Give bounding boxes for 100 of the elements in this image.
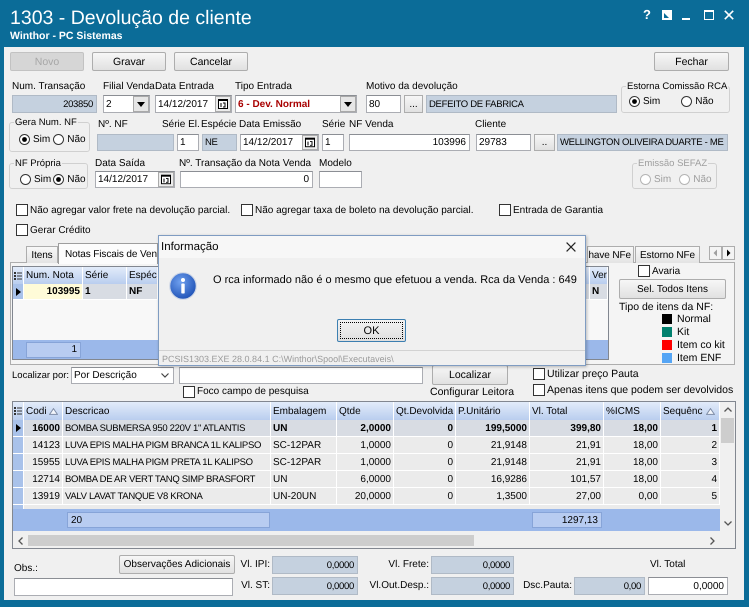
checkbox[interactable]: Apenas itens que podem ser devolvidos [533, 384, 734, 396]
calendar-icon[interactable] [302, 135, 318, 150]
calendar-icon[interactable] [215, 96, 231, 112]
column-header[interactable]: Vl. Total [530, 402, 604, 420]
close-icon[interactable] [566, 242, 576, 252]
caret-icon[interactable] [340, 96, 356, 112]
scroll-left-icon[interactable] [18, 536, 23, 544]
row-header[interactable] [13, 284, 24, 300]
caret-icon[interactable] [161, 372, 169, 378]
checkbox-icon[interactable] [499, 204, 511, 216]
dropdown[interactable]: 2 [103, 95, 150, 113]
list-icon[interactable] [14, 272, 22, 280]
toolbar-button[interactable]: Gravar [92, 52, 166, 71]
notes-button[interactable]: Observações Adicionais [119, 555, 235, 574]
column-header[interactable]: %ICMS [604, 402, 661, 420]
window-layout-icon[interactable] [662, 10, 672, 20]
search-field[interactable] [179, 366, 423, 384]
checkbox-icon[interactable] [241, 204, 253, 216]
tab[interactable]: Itens [26, 246, 58, 263]
help-button[interactable]: ? [643, 8, 651, 22]
column-header[interactable]: Ver [590, 267, 608, 284]
radio-icon[interactable] [19, 134, 30, 144]
checkbox-icon[interactable] [16, 204, 28, 216]
column-header[interactable]: Qtde [337, 402, 394, 420]
dropdown[interactable]: 6 - Dev. Normal [235, 95, 357, 113]
checkbox-icon[interactable] [533, 384, 545, 396]
legend-label: Normal [677, 313, 711, 326]
column-header[interactable] [13, 402, 24, 420]
dropdown[interactable]: Por Descrição [71, 366, 174, 384]
pointer-icon [16, 288, 20, 296]
radio-option[interactable]: Não [53, 174, 86, 184]
radio-icon[interactable] [53, 134, 64, 144]
checkbox[interactable]: Entrada de Garantia [499, 204, 604, 216]
text-field[interactable] [319, 171, 362, 188]
list-icon[interactable] [14, 407, 22, 415]
lookup-button[interactable]: ... [404, 95, 423, 113]
column-header[interactable]: Num. Nota [24, 267, 83, 284]
radio-icon[interactable] [629, 96, 640, 106]
calendar-icon[interactable] [158, 172, 174, 187]
radio-option[interactable]: Não [681, 96, 714, 106]
scroll-right-icon[interactable] [710, 536, 715, 544]
column-header[interactable]: Qt.Devolvida [394, 402, 456, 420]
table-row[interactable]: 12714 BOMBA DE AR VERT TANQ SIMP BRASFORT UN 6,0000 0 16,9286 101,57 18,00 4 [13, 471, 720, 488]
text-field[interactable]: 29783 [476, 134, 531, 151]
scroll-up-icon[interactable] [724, 407, 732, 412]
checkbox[interactable]: Avaria [638, 265, 730, 277]
text-field[interactable] [14, 578, 233, 596]
column-header[interactable]: Embalagem [271, 402, 337, 420]
tab[interactable]: have NFe [587, 246, 634, 263]
search-button[interactable]: Localizar [432, 365, 508, 385]
column-header[interactable]: P.Unitário [456, 402, 530, 420]
text-field[interactable]: 0 [180, 171, 313, 188]
readonly-field: 0,0000 [272, 556, 358, 574]
column-header[interactable]: Série [83, 267, 127, 284]
checkbox[interactable]: Não agregar taxa de boleto na devolução parcial. [241, 204, 474, 216]
table-row[interactable]: 14123 LUVA EPIS MALHA PIGM BRANCA 1L KALIPSO SC-12PAR 1,0000 0 21,9148 21,91 18,00 2 [13, 437, 720, 454]
date-field[interactable]: 14/12/2017 [95, 171, 175, 188]
radio-icon[interactable] [20, 174, 31, 184]
column-header[interactable] [13, 267, 24, 284]
checkbox[interactable]: Não agregar valor frete na devolução parcial. [16, 204, 230, 216]
maximize-icon[interactable] [704, 10, 714, 20]
column-header[interactable]: Espéc [127, 267, 158, 284]
text-field[interactable]: 1 [177, 134, 199, 151]
column-header[interactable]: Descricao [63, 402, 271, 420]
checkbox[interactable]: Foco campo de pesquisa [183, 386, 309, 398]
scroll-down-icon[interactable] [724, 521, 732, 526]
date-field[interactable]: 14/12/2017 [240, 134, 319, 151]
text-field[interactable]: 103996 [349, 134, 470, 151]
tab[interactable]: Estorno NFe [635, 246, 700, 263]
select-all-button[interactable]: Sel. Todos Itens [619, 279, 726, 299]
checkbox-icon[interactable] [16, 224, 28, 236]
text-field[interactable]: 1 [322, 134, 344, 151]
checkbox-icon[interactable] [533, 368, 545, 380]
radio-option[interactable]: Sim [19, 134, 50, 144]
radio-option[interactable]: Sim [20, 174, 52, 184]
scroll-thumb[interactable] [721, 418, 734, 443]
lookup-button[interactable]: .. [534, 134, 555, 151]
date-field[interactable]: 14/12/2017 [155, 95, 232, 113]
table-row[interactable]: 13919 VALV LAVAT TANQUE V8 KRONA UN-20UN 20,0000 0 1,3500 27,00 0,00 5 [13, 488, 720, 505]
checkbox[interactable]: Gerar Crédito [16, 224, 91, 236]
radio-icon[interactable] [681, 96, 692, 106]
table-row[interactable]: 15955 LUVA EPIS MALHA PIGM PRETA 1L KALIPSO SC-12PAR 1,0000 0 21,9148 21,91 18,00 3 [13, 454, 720, 471]
toolbar-button[interactable]: Cancelar [174, 52, 248, 71]
radio-option[interactable]: Sim [629, 96, 660, 106]
toolbar-button[interactable]: Fechar [654, 52, 729, 71]
checkbox[interactable]: Utilizar preço Pauta [533, 368, 734, 380]
table-row[interactable]: 16000 BOMBA SUBMERSA 950 220V 1" ATLANTIS UN 2,0000 0 199,5000 399,80 18,00 1 [13, 420, 720, 437]
caret-icon[interactable] [133, 96, 149, 112]
reader-config-link[interactable]: Configurar Leitora [430, 386, 514, 398]
ok-button[interactable]: OK [337, 319, 406, 342]
tab[interactable]: Notas Fiscais de Ven [58, 243, 158, 264]
column-header[interactable]: Sequênc [661, 402, 720, 420]
text-field[interactable]: 0,0000 [648, 577, 728, 595]
text-field[interactable]: 80 [366, 95, 401, 113]
radio-icon[interactable] [53, 174, 64, 184]
scroll-thumb[interactable] [28, 535, 474, 546]
radio-option[interactable]: Não [53, 134, 86, 144]
column-header[interactable]: Codi [24, 402, 63, 420]
checkbox-icon[interactable] [183, 386, 195, 398]
checkbox-icon[interactable] [638, 265, 650, 277]
